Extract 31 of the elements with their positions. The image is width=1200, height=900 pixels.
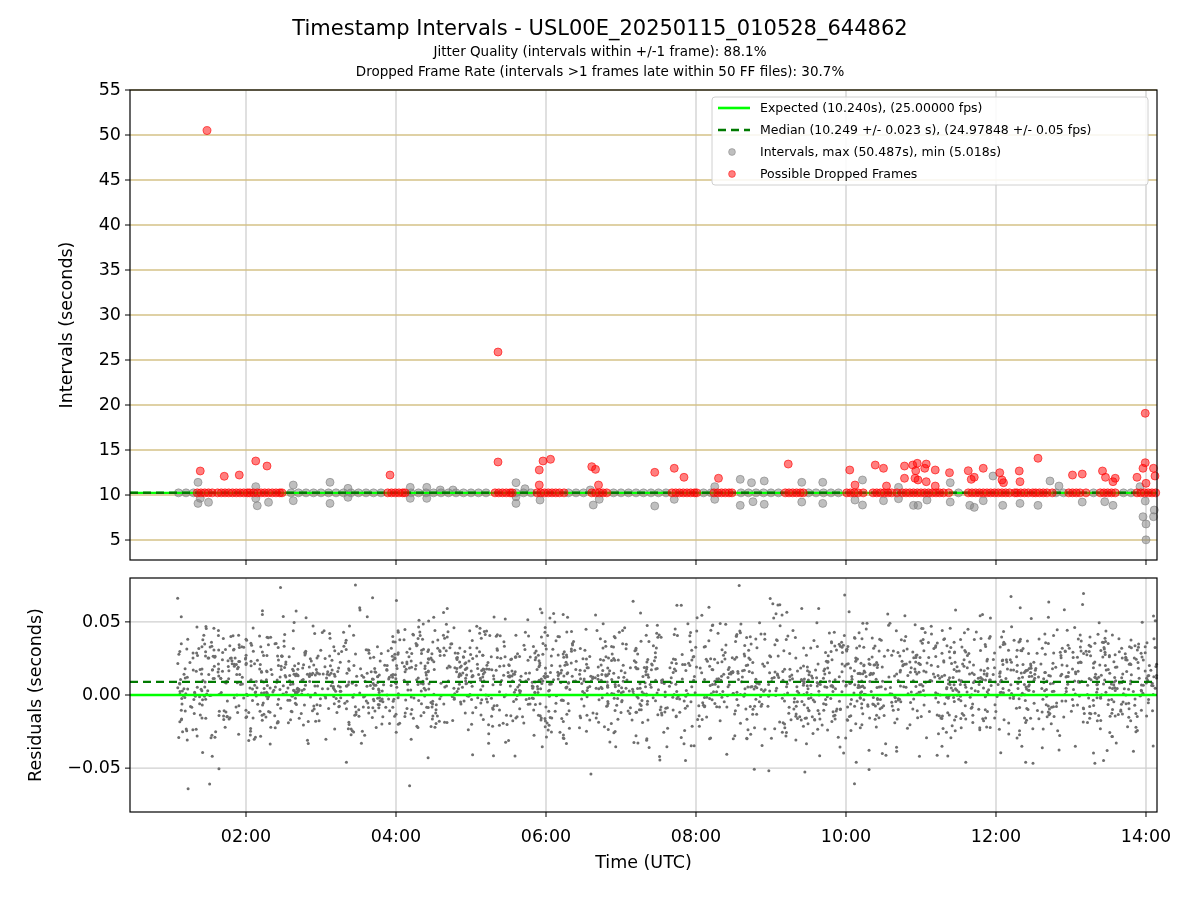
legend-label: Possible Dropped Frames [760, 165, 918, 181]
legend-label: Expected (10.240s), (25.00000 fps) [760, 99, 983, 115]
chart-title: Timestamp Intervals - USL00E_20250115_010528_644862 [292, 15, 908, 41]
tick-label: 45 [98, 169, 121, 189]
tick-label: 5 [109, 529, 121, 549]
tick-label: 35 [98, 259, 121, 279]
tick-label: 40 [98, 214, 121, 234]
tick-label: 02:00 [220, 826, 272, 846]
tick-label: 55 [98, 79, 121, 99]
tick-label: 06:00 [520, 826, 572, 846]
tick-label: 08:00 [670, 826, 722, 846]
tick-label: −0.05 [67, 757, 121, 778]
tick-label: 12:00 [970, 826, 1022, 846]
tick-label: 20 [98, 394, 121, 414]
tick-label: 15 [98, 439, 121, 459]
tick-label: 10:00 [820, 826, 872, 846]
tick-label: 0.05 [82, 610, 121, 631]
tick-label: 30 [98, 304, 121, 324]
tick-label: 14:00 [1120, 826, 1172, 846]
tick-label: 50 [98, 124, 121, 144]
tick-label: 0.00 [82, 684, 121, 704]
axis-label: Residuals (seconds) [24, 608, 45, 782]
tick-label: 10 [98, 484, 121, 504]
tick-label: 04:00 [370, 826, 422, 846]
legend-label: Median (10.249 +/- 0.023 s), (24.97848 +/- 0.05 fps) [760, 121, 1092, 137]
legend-label: Intervals, max (50.487s), min (5.018s) [760, 143, 1002, 159]
chart-subtitle: Jitter Quality (intervals within +/-1 frame): 88.1% [433, 42, 767, 61]
chart-subtitle: Dropped Frame Rate (intervals >1 frames late within 50 FF files): 30.7% [355, 62, 845, 81]
axis-label: Intervals (seconds) [56, 241, 76, 409]
tick-label: 25 [98, 349, 121, 369]
axis-label: Time (UTC) [595, 852, 692, 872]
